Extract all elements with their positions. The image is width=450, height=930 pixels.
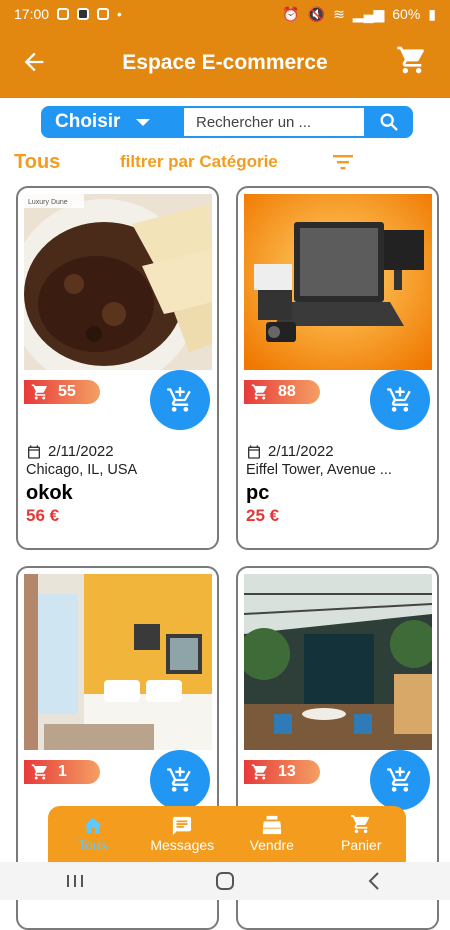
stock-badge: 88 [244,380,320,404]
chevron-down-icon [136,118,151,126]
mute-icon: 🔇 [307,5,326,22]
filter-row: Tous filtrer par Catégorie [14,150,434,174]
home-icon [83,817,102,834]
product-location: Eiffel Tower, Avenue ... [246,462,392,478]
add-to-cart-button[interactable] [150,370,210,430]
product-card[interactable]: 88 2/11/2022 Eiffel Tower, Avenue ... pc… [236,186,439,550]
stock-count: 55 [58,383,76,400]
stock-count: 1 [58,763,67,780]
nav-label: Tous [77,837,108,853]
product-image: Luxury Dune [24,194,212,370]
product-card[interactable]: Luxury Dune 55 2/11/2022 Chicago, IL, US… [16,186,219,550]
choose-label: Choisir [55,111,121,132]
add-to-cart-button[interactable] [150,750,210,810]
search-icon [379,113,398,131]
product-price: 25 € [246,506,280,525]
nav-item-vendre[interactable]: Vendre [227,806,317,862]
bottom-navigation: Tous Messages Vendre Panier [48,806,406,862]
product-image [24,574,212,750]
add-shopping-cart-icon [387,387,411,412]
status-time: 17:00 [14,6,50,22]
stock-badge: 55 [24,380,100,404]
product-image [244,194,432,370]
stock-badge: 13 [244,760,320,784]
add-to-cart-button[interactable] [370,370,430,430]
calendar-icon [248,444,260,459]
cart-icon [251,764,267,780]
stock-count: 88 [278,383,296,400]
recent-apps-icon[interactable] [63,871,87,891]
page-title: Espace E-commerce [122,51,328,74]
choose-dropdown[interactable]: Choisir [41,106,184,138]
status-bar: 17:00 • ⏰ 🔇 ≋ ▂▄▆ 60% ▮ [0,0,450,28]
date-text: 2/11/2022 [48,443,114,460]
cart-icon [351,815,370,834]
add-to-cart-button[interactable] [370,750,430,810]
cart-icon [31,764,47,780]
product-date: 2/11/2022 [26,443,114,460]
cart-icon [251,384,267,400]
product-name: okok [26,482,73,504]
stock-badge: 1 [24,760,100,784]
app-icon [77,8,90,20]
cart-icon [31,384,47,400]
battery-text: 60% [392,6,421,22]
product-location: Chicago, IL, USA [26,462,138,478]
battery-icon: ▮ [428,5,436,22]
filter-icon[interactable] [332,152,354,172]
filter-all[interactable]: Tous [14,151,60,174]
register-icon [262,815,281,835]
nav-item-panier[interactable]: Panier [317,806,407,862]
filter-category-label[interactable]: filtrer par Catégorie [120,152,278,172]
alarm-icon: ⏰ [282,5,300,22]
date-text: 2/11/2022 [268,443,334,460]
nav-item-tous[interactable]: Tous [48,806,138,862]
nav-label: Panier [341,837,382,853]
instagram-icon [57,8,70,20]
wifi-icon: ≋ [333,5,345,22]
search-bar: Choisir [41,106,413,138]
back-arrow-icon[interactable] [20,48,48,76]
add-shopping-cart-icon [387,767,411,792]
message-icon [173,816,192,835]
app-bar: Espace E-commerce [0,28,450,98]
product-image [244,574,432,750]
back-button-icon[interactable] [363,869,387,893]
nav-item-messages[interactable]: Messages [138,806,228,862]
image-caption: Luxury Dune [28,199,68,206]
nav-label: Messages [150,837,215,853]
signal-icon: ▂▄▆ [352,5,385,22]
nav-label: Vendre [249,837,294,853]
cart-icon[interactable] [396,44,428,76]
search-input[interactable] [184,106,364,138]
product-name: pc [246,482,270,504]
add-shopping-cart-icon [167,767,191,792]
product-price: 56 € [26,506,60,525]
dot-icon: • [117,6,122,22]
mail-icon [97,8,110,20]
home-button-icon[interactable] [213,869,237,893]
add-shopping-cart-icon [167,387,191,412]
product-date: 2/11/2022 [246,443,334,460]
search-button[interactable] [364,106,413,138]
stock-count: 13 [278,763,296,780]
calendar-icon [28,444,40,459]
system-navigation-bar [0,862,450,900]
